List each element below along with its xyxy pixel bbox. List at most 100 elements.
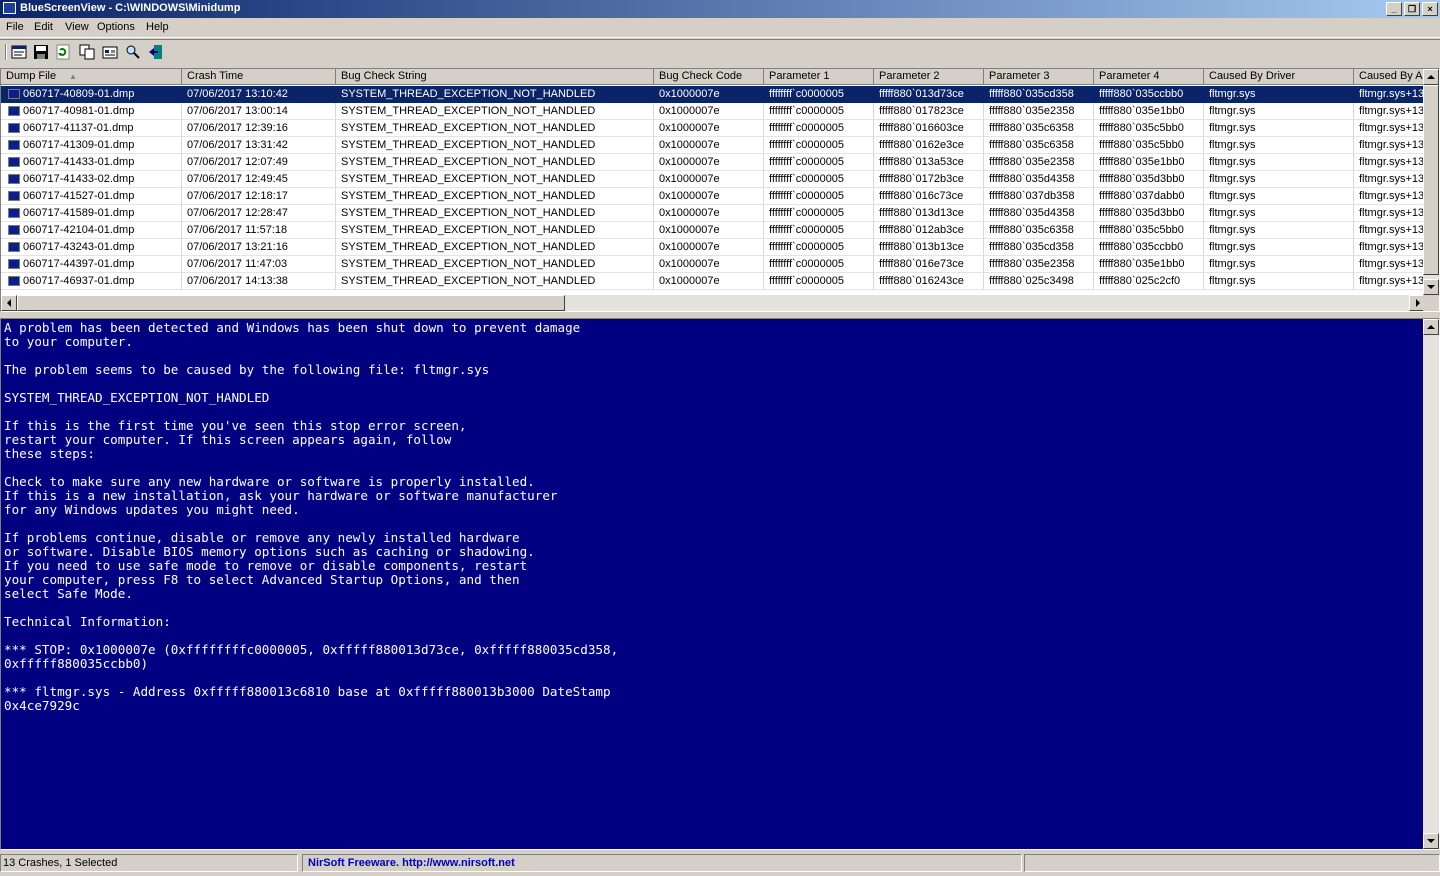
cell-caused-by-address: fltmgr.sys+13 [1354,103,1425,120]
table-row[interactable]: 060717-41527-01.dmp 07/06/2017 12:18:17 SY… [1,188,1425,205]
list-vertical-scrollbar[interactable] [1423,69,1439,295]
table-row[interactable]: 060717-43243-01.dmp 07/06/2017 13:21:16 SY… [1,239,1425,256]
cell-parameter-4: fffff880`035d3bb0 [1094,171,1204,188]
save-icon[interactable] [33,44,49,60]
cell-parameter-1: ffffffff`c0000005 [764,137,874,154]
find-icon[interactable] [125,44,141,60]
table-row[interactable]: 060717-46937-01.dmp 07/06/2017 14:13:38 SY… [1,273,1425,290]
cell-parameter-4: fffff880`035ccbb0 [1094,86,1204,103]
cell-bug-check-string: SYSTEM_THREAD_EXCEPTION_NOT_HANDLED [336,137,654,154]
advanced-options-icon[interactable] [102,44,118,60]
cell-parameter-4: fffff880`035e1bb0 [1094,154,1204,171]
cell-bug-check-string: SYSTEM_THREAD_EXCEPTION_NOT_HANDLED [336,239,654,256]
cell-caused-by-driver: fltmgr.sys [1204,120,1354,137]
column-caused-by-driver[interactable]: Caused By Driver [1204,69,1354,85]
cell-parameter-3: fffff880`035d4358 [984,205,1094,222]
cell-bug-check-code: 0x1000007e [654,137,764,154]
column-parameter-1[interactable]: Parameter 1 [764,69,874,85]
table-header: Dump File ▲ Crash Time Bug Check String B… [1,69,1425,85]
nirsoft-link[interactable]: NirSoft Freeware. http://www.nirsoft.net [308,857,515,869]
cell-parameter-4: fffff880`035e1bb0 [1094,256,1204,273]
scroll-up-button[interactable] [1423,69,1439,85]
menu-options[interactable]: Options [97,21,135,33]
refresh-icon[interactable] [55,44,71,60]
menu-view[interactable]: View [65,21,89,33]
cell-bug-check-code: 0x1000007e [654,273,764,290]
table-row[interactable]: 060717-40809-01.dmp 07/06/2017 13:10:42 SY… [1,86,1425,103]
bsod-vertical-scrollbar[interactable] [1423,319,1439,849]
menu-file[interactable]: File [6,21,24,33]
cell-parameter-2: fffff880`016e73ce [874,256,984,273]
cell-parameter-1: ffffffff`c0000005 [764,86,874,103]
scroll-thumb[interactable] [1423,85,1439,275]
cell-parameter-2: fffff880`017823ce [874,103,984,120]
table-row[interactable]: 060717-41433-01.dmp 07/06/2017 12:07:49 SY… [1,154,1425,171]
list-horizontal-scrollbar[interactable] [1,295,1425,311]
cell-caused-by-address: fltmgr.sys+13 [1354,120,1425,137]
minimize-button[interactable]: _ [1386,2,1402,16]
cell-caused-by-driver: fltmgr.sys [1204,239,1354,256]
cell-parameter-1: ffffffff`c0000005 [764,222,874,239]
restore-button[interactable]: ❐ [1404,2,1420,16]
column-bug-check-string[interactable]: Bug Check String [336,69,654,85]
cell-caused-by-address: fltmgr.sys+13 [1354,86,1425,103]
app-icon [3,2,16,14]
cell-parameter-2: fffff880`013d73ce [874,86,984,103]
cell-crash-time: 07/06/2017 11:57:18 [182,222,336,239]
cell-dump-file: 060717-40809-01.dmp [1,86,182,103]
column-parameter-2[interactable]: Parameter 2 [874,69,984,85]
cell-crash-time: 07/06/2017 13:31:42 [182,137,336,154]
cell-caused-by-address: fltmgr.sys+13 [1354,239,1425,256]
cell-parameter-2: fffff880`013d13ce [874,205,984,222]
cell-parameter-3: fffff880`035c6358 [984,120,1094,137]
table-row[interactable]: 060717-41589-01.dmp 07/06/2017 12:28:47 SY… [1,205,1425,222]
cell-crash-time: 07/06/2017 12:28:47 [182,205,336,222]
cell-parameter-4: fffff880`035c5bb0 [1094,120,1204,137]
bsod-text: A problem has been detected and Windows … [4,320,619,713]
cell-crash-time: 07/06/2017 12:18:17 [182,188,336,205]
menu-help[interactable]: Help [146,21,169,33]
cell-caused-by-driver: fltmgr.sys [1204,256,1354,273]
cell-caused-by-driver: fltmgr.sys [1204,205,1354,222]
scroll-left-button[interactable] [1,295,17,311]
table-row[interactable]: 060717-40981-01.dmp 07/06/2017 13:00:14 SY… [1,103,1425,120]
bsod-scroll-down-button[interactable] [1423,833,1439,849]
cell-bug-check-string: SYSTEM_THREAD_EXCEPTION_NOT_HANDLED [336,222,654,239]
table-row[interactable]: 060717-44397-01.dmp 07/06/2017 11:47:03 SY… [1,256,1425,273]
cell-caused-by-driver: fltmgr.sys [1204,137,1354,154]
close-button[interactable]: × [1422,2,1438,16]
cell-bug-check-code: 0x1000007e [654,188,764,205]
cell-parameter-1: ffffffff`c0000005 [764,205,874,222]
cell-parameter-2: fffff880`016243ce [874,273,984,290]
column-caused-by-address[interactable]: Caused By Ad [1354,69,1425,85]
column-dump-file[interactable]: Dump File ▲ [1,69,182,85]
properties-icon[interactable] [11,44,27,60]
cell-bug-check-code: 0x1000007e [654,154,764,171]
column-bug-check-code[interactable]: Bug Check Code [654,69,764,85]
cell-bug-check-string: SYSTEM_THREAD_EXCEPTION_NOT_HANDLED [336,205,654,222]
column-label: Dump File [6,70,57,82]
exit-icon[interactable] [148,44,164,60]
bsod-scroll-up-button[interactable] [1423,319,1439,335]
bsod-preview: A problem has been detected and Windows … [0,318,1440,850]
cell-dump-file: 060717-43243-01.dmp [1,239,182,256]
column-parameter-4[interactable]: Parameter 4 [1094,69,1204,85]
cell-caused-by-driver: fltmgr.sys [1204,188,1354,205]
horizontal-scroll-thumb[interactable] [17,295,565,311]
cell-caused-by-driver: fltmgr.sys [1204,273,1354,290]
column-crash-time[interactable]: Crash Time [182,69,336,85]
cell-caused-by-address: fltmgr.sys+13 [1354,273,1425,290]
menu-edit[interactable]: Edit [34,21,53,33]
table-row[interactable]: 060717-41433-02.dmp 07/06/2017 12:49:45 SY… [1,171,1425,188]
cell-bug-check-code: 0x1000007e [654,239,764,256]
table-row[interactable]: 060717-42104-01.dmp 07/06/2017 11:57:18 SY… [1,222,1425,239]
cell-dump-file: 060717-46937-01.dmp [1,273,182,290]
copy-icon[interactable] [79,44,95,60]
cell-parameter-2: fffff880`013b13ce [874,239,984,256]
table-row[interactable]: 060717-41309-01.dmp 07/06/2017 13:31:42 SY… [1,137,1425,154]
table-row[interactable]: 060717-41137-01.dmp 07/06/2017 12:39:16 SY… [1,120,1425,137]
scroll-down-button[interactable] [1423,279,1439,295]
crash-list[interactable]: Dump File ▲ Crash Time Bug Check String B… [0,68,1440,312]
cell-caused-by-address: fltmgr.sys+13 [1354,256,1425,273]
column-parameter-3[interactable]: Parameter 3 [984,69,1094,85]
